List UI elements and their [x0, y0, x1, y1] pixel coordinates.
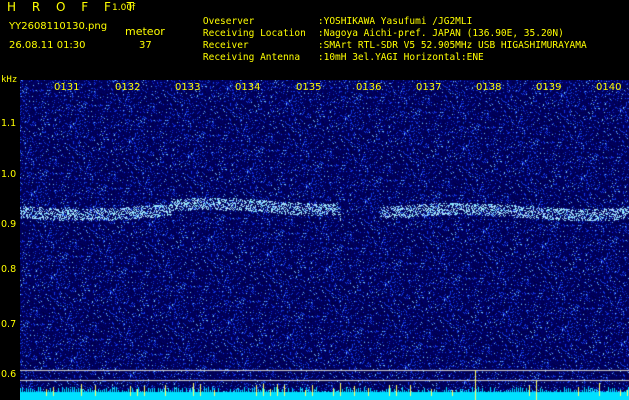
x-tick-label: 0133	[175, 82, 201, 93]
x-tick-label: 0132	[115, 82, 141, 93]
x-tick-label: 0138	[476, 82, 502, 93]
y-axis-unit: kHz	[1, 75, 18, 85]
y-tick-label: 0.6	[1, 369, 17, 380]
y-tick-label: 0.7	[1, 319, 17, 330]
spectrogram-waterfall	[20, 80, 629, 400]
hrofft-window: H R O F F T 1.00f YY2608110130.png 26.08…	[0, 0, 629, 400]
x-tick-label: 0140	[596, 82, 622, 93]
y-tick-label: 1.0	[1, 169, 17, 180]
x-tick-label: 0137	[416, 82, 442, 93]
x-tick-label: 0135	[296, 82, 322, 93]
x-tick-label: 0139	[536, 82, 562, 93]
spectrogram-panel: kHz 1.1 1.0 0.9 0.8 0.7 0.6 0131 0132 0133 0134 0…	[0, 0, 629, 400]
y-tick-label: 0.8	[1, 264, 17, 275]
x-tick-label: 0131	[54, 82, 80, 93]
x-tick-label: 0136	[356, 82, 382, 93]
y-tick-label: 1.1	[1, 118, 17, 129]
x-tick-label: 0134	[235, 82, 261, 93]
y-tick-label: 0.9	[1, 219, 17, 230]
